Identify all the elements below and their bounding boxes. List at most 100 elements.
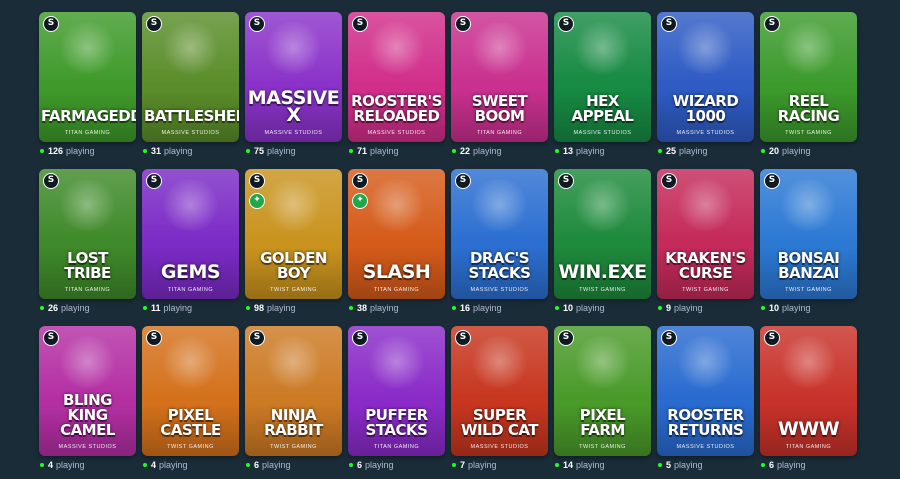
artwork-glow bbox=[263, 22, 324, 74]
game-card[interactable]: S GEMS TITAN GAMING bbox=[142, 169, 239, 299]
game-card[interactable]: S REEL RACING TWIST GAMING bbox=[760, 12, 857, 142]
players-online: 98 playing bbox=[246, 302, 296, 314]
game-card[interactable]: S PIXEL CASTLE TWIST GAMING bbox=[142, 326, 239, 456]
playing-label: playing bbox=[576, 460, 605, 470]
players-online: 4 playing bbox=[143, 459, 188, 471]
game-card[interactable]: S ROOSTER RETURNS MASSIVE STUDIOS bbox=[657, 326, 754, 456]
game-card[interactable]: S WWW TITAN GAMING bbox=[760, 326, 857, 456]
online-dot-icon bbox=[40, 463, 44, 467]
artwork-glow bbox=[263, 179, 324, 231]
game-studio: MASSIVE STUDIOS bbox=[58, 444, 117, 450]
game-studio: TWIST GAMING bbox=[270, 287, 317, 293]
game-tile: S REEL RACING TWIST GAMING 20 playing bbox=[760, 12, 857, 165]
player-count: 31 bbox=[151, 146, 162, 156]
playing-label: playing bbox=[370, 146, 399, 156]
artwork-glow bbox=[469, 336, 530, 388]
game-title: BLING KING CAMEL bbox=[60, 391, 115, 439]
game-title: PUFFER STACKS bbox=[365, 406, 428, 439]
players-online: 7 playing bbox=[452, 459, 497, 471]
game-card[interactable]: S MASSIVE X MASSIVE STUDIOS bbox=[245, 12, 342, 142]
provider-logo-icon: S bbox=[455, 173, 471, 189]
player-count: 98 bbox=[254, 303, 265, 313]
game-title: WIZARD 1000 bbox=[672, 92, 739, 125]
playing-label: playing bbox=[267, 303, 296, 313]
game-tile: S ✦ SLASH TITAN GAMING 38 playing bbox=[348, 169, 445, 322]
provider-logo-icon: S bbox=[558, 173, 574, 189]
online-dot-icon bbox=[246, 306, 250, 310]
players-online: 14 playing bbox=[555, 459, 605, 471]
artwork-glow bbox=[675, 22, 736, 74]
player-count: 13 bbox=[563, 146, 574, 156]
game-title: ROOSTER'S RELOADED bbox=[351, 92, 442, 125]
game-studio: TITAN GAMING bbox=[64, 130, 111, 136]
players-online: 11 playing bbox=[143, 302, 192, 314]
player-count: 10 bbox=[563, 303, 574, 313]
game-card[interactable]: S PUFFER STACKS TITAN GAMING bbox=[348, 326, 445, 456]
game-card[interactable]: S SUPER WILD CAT MASSIVE STUDIOS bbox=[451, 326, 548, 456]
players-online: 25 playing bbox=[658, 145, 708, 157]
provider-logo-icon: S bbox=[352, 16, 368, 32]
players-online: 22 playing bbox=[452, 145, 502, 157]
artwork-glow bbox=[57, 22, 118, 74]
game-card[interactable]: S WIZARD 1000 MASSIVE STUDIOS bbox=[657, 12, 754, 142]
game-tile: S WIN.EXE TWIST GAMING 10 playing bbox=[554, 169, 651, 322]
playing-label: playing bbox=[782, 303, 811, 313]
game-card[interactable]: S BATTLESHEEPS MASSIVE STUDIOS bbox=[142, 12, 239, 142]
game-card[interactable]: S HEX APPEAL MASSIVE STUDIOS bbox=[554, 12, 651, 142]
playing-label: playing bbox=[468, 460, 497, 470]
players-online: 6 playing bbox=[246, 459, 291, 471]
game-card[interactable]: S LOST TRIBE TITAN GAMING bbox=[39, 169, 136, 299]
game-card[interactable]: S SWEET BOOM TITAN GAMING bbox=[451, 12, 548, 142]
players-online: 10 playing bbox=[761, 302, 811, 314]
game-title: PIXEL FARM bbox=[579, 406, 626, 439]
game-card[interactable]: S BONSAI BANZAI TWIST GAMING bbox=[760, 169, 857, 299]
playing-label: playing bbox=[576, 146, 605, 156]
game-card[interactable]: S ✦ GOLDEN BOY TWIST GAMING bbox=[245, 169, 342, 299]
playing-label: playing bbox=[473, 303, 502, 313]
player-count: 20 bbox=[769, 146, 780, 156]
artwork-glow bbox=[572, 179, 633, 231]
game-card[interactable]: S FARMAGEDDON TITAN GAMING bbox=[39, 12, 136, 142]
artwork-glow bbox=[572, 22, 633, 74]
online-dot-icon bbox=[555, 149, 559, 153]
playing-label: playing bbox=[679, 146, 708, 156]
artwork-glow bbox=[469, 22, 530, 74]
game-studio: TITAN GAMING bbox=[373, 444, 420, 450]
artwork-glow bbox=[572, 336, 633, 388]
provider-logo-icon: S bbox=[558, 330, 574, 346]
game-card[interactable]: S ROOSTER'S RELOADED MASSIVE STUDIOS bbox=[348, 12, 445, 142]
game-tile: S PUFFER STACKS TITAN GAMING 6 playing bbox=[348, 326, 445, 479]
artwork-glow bbox=[160, 336, 221, 388]
game-card[interactable]: S WIN.EXE TWIST GAMING bbox=[554, 169, 651, 299]
game-title: FARMAGEDDON bbox=[41, 107, 136, 125]
game-card[interactable]: S ✦ SLASH TITAN GAMING bbox=[348, 169, 445, 299]
provider-logo-icon: S bbox=[43, 173, 59, 189]
online-dot-icon bbox=[452, 149, 456, 153]
game-tile: S BLING KING CAMEL MASSIVE STUDIOS 4 playing bbox=[39, 326, 136, 479]
players-online: 5 playing bbox=[658, 459, 703, 471]
game-card[interactable]: S BLING KING CAMEL MASSIVE STUDIOS bbox=[39, 326, 136, 456]
game-tile: S GEMS TITAN GAMING 11 playing bbox=[142, 169, 239, 322]
game-card[interactable]: S DRAC'S STACKS MASSIVE STUDIOS bbox=[451, 169, 548, 299]
playing-label: playing bbox=[61, 303, 90, 313]
game-card[interactable]: S KRAKEN'S CURSE TWIST GAMING bbox=[657, 169, 754, 299]
game-tile: S PIXEL CASTLE TWIST GAMING 4 playing bbox=[142, 326, 239, 479]
artwork-glow bbox=[160, 179, 221, 231]
game-tile: S PIXEL FARM TWIST GAMING 14 playing bbox=[554, 326, 651, 479]
provider-logo-icon: S bbox=[661, 173, 677, 189]
game-card[interactable]: S NINJA RABBIT TWIST GAMING bbox=[245, 326, 342, 456]
artwork-glow bbox=[57, 179, 118, 231]
player-count: 11 bbox=[151, 303, 161, 313]
online-dot-icon bbox=[143, 463, 147, 467]
game-tile: S BONSAI BANZAI TWIST GAMING 10 playing bbox=[760, 169, 857, 322]
player-count: 25 bbox=[666, 146, 677, 156]
artwork-glow bbox=[778, 336, 839, 388]
playing-label: playing bbox=[674, 460, 703, 470]
playing-label: playing bbox=[576, 303, 605, 313]
player-count: 71 bbox=[357, 146, 368, 156]
game-card[interactable]: S PIXEL FARM TWIST GAMING bbox=[554, 326, 651, 456]
player-count: 6 bbox=[357, 460, 363, 470]
game-title: REEL RACING bbox=[777, 92, 840, 125]
game-tile: S NINJA RABBIT TWIST GAMING 6 playing bbox=[245, 326, 342, 479]
online-dot-icon bbox=[40, 306, 44, 310]
